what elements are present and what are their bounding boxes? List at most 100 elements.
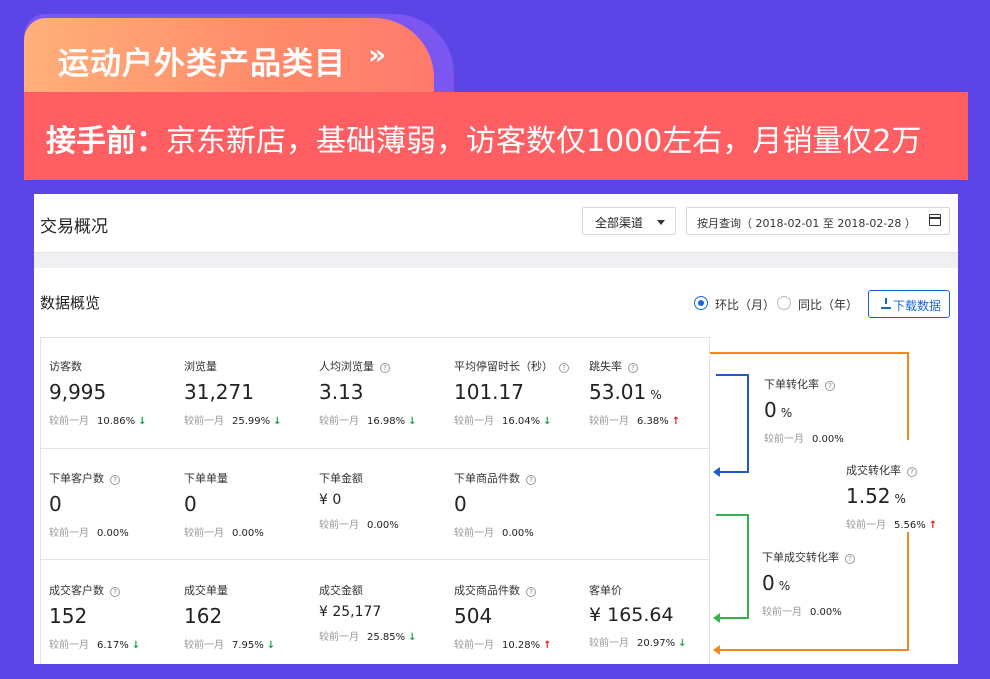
metric-pageviews: 浏览量 31,271 较前一月 25.99% ↓ bbox=[184, 358, 314, 427]
compare-pct: 0.00% bbox=[502, 528, 534, 539]
compare-label: 较前一月 bbox=[184, 416, 224, 427]
compare-label: 较前一月 bbox=[762, 607, 802, 618]
metric-deal-amount: 成交金额 ¥ 25,177 较前一月 25.85% ↓ bbox=[319, 582, 449, 643]
flow-line-blue bbox=[718, 471, 749, 473]
help-icon[interactable]: ? bbox=[628, 363, 638, 373]
metric-value: 3.13 bbox=[319, 380, 364, 404]
metric-compare: 较前一月 0.00% bbox=[762, 603, 912, 618]
arrow-down-icon: ↓ bbox=[138, 416, 147, 427]
metric-label: 访客数 bbox=[49, 360, 82, 373]
compare-label: 较前一月 bbox=[764, 434, 804, 445]
help-icon[interactable]: ? bbox=[907, 467, 917, 477]
compare-label: 较前一月 bbox=[319, 520, 359, 531]
date-range-picker[interactable]: 按月查询（ 2018-02-01 至 2018-02-28 ） bbox=[686, 207, 950, 235]
metric-label: 人均浏览量? bbox=[319, 358, 449, 374]
metric-label: 平均停留时长（秒）? bbox=[454, 358, 584, 374]
compare-pct: 5.56% bbox=[894, 520, 926, 531]
metric-bounce-rate: 跳失率? 53.01% 较前一月 6.38% ↑ bbox=[589, 358, 719, 427]
double-chevron-icon: » bbox=[368, 38, 387, 71]
compare-label: 较前一月 bbox=[454, 416, 494, 427]
metric-compare: 较前一月 25.99% ↓ bbox=[184, 412, 314, 427]
section-title: 数据概览 bbox=[40, 294, 101, 312]
radio-mom[interactable] bbox=[694, 296, 708, 310]
help-icon[interactable]: ? bbox=[559, 363, 569, 373]
arrow-down-icon: ↓ bbox=[131, 640, 141, 651]
download-icon bbox=[881, 298, 891, 309]
arrow-up-icon: ↑ bbox=[671, 416, 681, 427]
banner-text: 接手前：京东新店，基础薄弱，访客数仅1000左右，月销量仅2万 bbox=[46, 116, 921, 160]
caret-down-icon bbox=[657, 220, 665, 225]
compare-label: 较前一月 bbox=[49, 640, 89, 651]
page-title: 交易概况 bbox=[40, 217, 108, 237]
channel-select-value: 全部渠道 bbox=[595, 216, 644, 230]
banner: 接手前：京东新店，基础薄弱，访客数仅1000左右，月销量仅2万 bbox=[24, 92, 968, 180]
metric-label: 跳失率? bbox=[589, 358, 719, 374]
compare-pct: 0.00% bbox=[812, 434, 844, 445]
arrow-down-icon: ↓ bbox=[408, 416, 417, 427]
metric-value: 162 bbox=[184, 604, 223, 628]
flow-line-blue bbox=[716, 374, 748, 376]
metric-value: ¥ 0 bbox=[319, 492, 342, 508]
compare-pct: 25.99% bbox=[232, 416, 271, 427]
metric-compare: 较前一月 6.17% ↓ bbox=[49, 636, 179, 651]
arrow-up-icon: ↑ bbox=[543, 640, 552, 651]
compare-pct: 6.38% bbox=[637, 416, 669, 427]
metric-value: 53.01% bbox=[589, 380, 662, 404]
trade-overview-panel: 交易概况 全部渠道 按月查询（ 2018-02-01 至 2018-02-28 … bbox=[34, 194, 958, 664]
date-range-value: 按月查询（ 2018-02-01 至 2018-02-28 ） bbox=[697, 217, 916, 230]
compare-pct: 0.00% bbox=[97, 528, 129, 539]
arrow-down-icon: ↓ bbox=[678, 638, 687, 649]
conversion-order-deal-rate: 下单成交转化率? 0% 较前一月 0.00% bbox=[762, 549, 912, 618]
row-divider bbox=[40, 559, 710, 560]
arrow-left-icon bbox=[713, 645, 720, 655]
metric-avg-pageviews: 人均浏览量? 3.13 较前一月 16.98% ↓ bbox=[319, 358, 449, 427]
help-icon[interactable]: ? bbox=[110, 587, 120, 597]
radio-yoy-label[interactable]: 同比（年） bbox=[798, 296, 858, 313]
metric-value: 0 bbox=[454, 492, 467, 516]
metric-compare: 较前一月 0.00% bbox=[49, 524, 179, 539]
metric-label: 成交商品件数? bbox=[454, 582, 584, 598]
metric-order-customers: 下单客户数? 0 较前一月 0.00% bbox=[49, 470, 179, 539]
conversion-deal-rate: 成交转化率? 1.52% 较前一月 5.56% ↑ bbox=[846, 462, 958, 531]
radio-mom-label[interactable]: 环比（月） bbox=[715, 296, 775, 313]
metric-order-amount: 下单金额 ¥ 0 较前一月 0.00% bbox=[319, 470, 449, 531]
metric-label: 下单商品件数? bbox=[454, 470, 584, 486]
compare-label: 较前一月 bbox=[49, 528, 89, 539]
metric-label: 下单转化率? bbox=[764, 376, 914, 392]
help-icon[interactable]: ? bbox=[110, 475, 120, 485]
radio-yoy[interactable] bbox=[777, 296, 791, 310]
help-icon[interactable]: ? bbox=[845, 554, 855, 564]
metric-label: 客单价 bbox=[589, 584, 622, 597]
banner-description: 京东新店，基础薄弱，访客数仅1000左右，月销量仅2万 bbox=[166, 124, 922, 159]
compare-label: 较前一月 bbox=[184, 640, 224, 651]
compare-label: 较前一月 bbox=[454, 528, 494, 539]
channel-select[interactable]: 全部渠道 bbox=[582, 207, 676, 235]
calendar-icon[interactable] bbox=[929, 214, 941, 226]
flow-line-green bbox=[747, 514, 749, 618]
metric-label: 成交转化率? bbox=[846, 462, 958, 478]
metric-label: 成交单量 bbox=[184, 584, 228, 597]
compare-label: 较前一月 bbox=[454, 640, 494, 651]
metric-label: 下单单量 bbox=[184, 472, 228, 485]
metric-compare: 较前一月 16.04% ↓ bbox=[454, 412, 584, 427]
compare-pct: 10.86% bbox=[97, 416, 136, 427]
arrow-down-icon: ↓ bbox=[543, 416, 552, 427]
flow-line-orange bbox=[718, 649, 909, 651]
help-icon[interactable]: ? bbox=[825, 381, 835, 391]
metric-value: 101.17 bbox=[454, 380, 524, 404]
metric-value: 504 bbox=[454, 604, 493, 628]
metric-avg-stay: 平均停留时长（秒）? 101.17 较前一月 16.04% ↓ bbox=[454, 358, 584, 427]
category-title: 运动户外类产品类目 bbox=[58, 46, 346, 82]
help-icon[interactable]: ? bbox=[526, 587, 536, 597]
metric-value: 1.52% bbox=[846, 484, 906, 508]
metric-value: 152 bbox=[49, 604, 88, 628]
arrow-left-icon bbox=[713, 613, 720, 623]
download-data-button[interactable]: 下载数据 bbox=[868, 290, 950, 318]
help-icon[interactable]: ? bbox=[380, 363, 390, 373]
metric-compare: 较前一月 5.56% ↑ bbox=[846, 516, 958, 531]
metric-label: 成交客户数? bbox=[49, 582, 179, 598]
help-icon[interactable]: ? bbox=[526, 475, 536, 485]
flow-line-green bbox=[716, 514, 748, 516]
unit: % bbox=[650, 388, 662, 402]
compare-label: 较前一月 bbox=[319, 416, 359, 427]
